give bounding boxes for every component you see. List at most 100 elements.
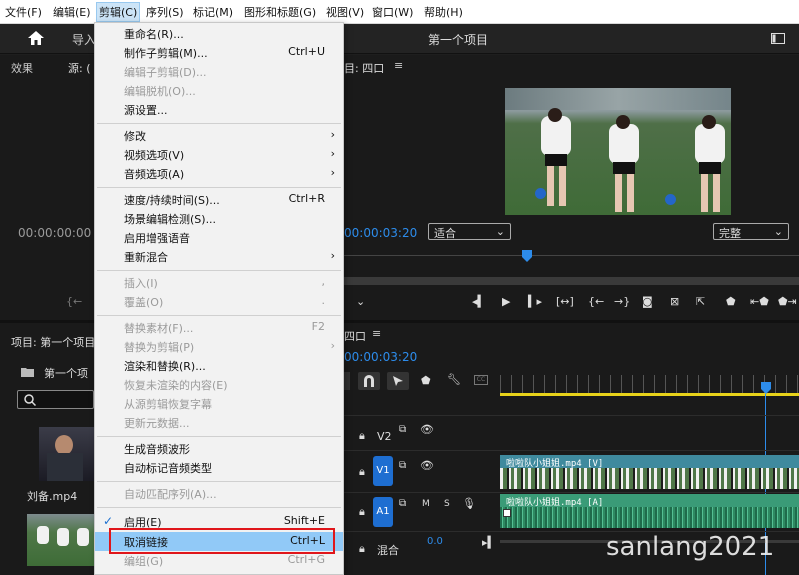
camera-icon[interactable]: ◙ bbox=[642, 295, 653, 308]
lock-icon[interactable]: 🔒︎ bbox=[359, 429, 365, 443]
wrench-icon[interactable]: 🔧︎ bbox=[447, 373, 461, 386]
playhead-icon[interactable] bbox=[522, 250, 532, 262]
timeline-menu-icon[interactable]: ≡ bbox=[372, 327, 381, 340]
tool-button[interactable] bbox=[344, 372, 350, 390]
menu-graphics[interactable]: 图形和标题(G) bbox=[244, 4, 316, 20]
program-monitor: 目: 四口 ≡ 00:00:03:20 适合 ⌄ 完整 ⌄ ⌄ ◂▍ ▶ ▍▸ … bbox=[344, 55, 799, 320]
menu-item-enhance-speech[interactable]: 启用增强语音 bbox=[95, 228, 343, 247]
menu-window[interactable]: 窗口(W) bbox=[372, 4, 413, 20]
toggle-sync-icon[interactable]: ⧉ bbox=[399, 424, 406, 435]
linked-selection-icon bbox=[393, 376, 403, 386]
play-icon[interactable]: ▶ bbox=[502, 295, 510, 308]
lift-icon[interactable]: ⇤⬟ bbox=[750, 295, 769, 308]
chevron-right-icon: › bbox=[330, 339, 335, 352]
menu-item-replace-with-clip[interactable]: 替换为剪辑(P) › bbox=[95, 337, 343, 356]
add-marker-icon[interactable]: ⬟ bbox=[421, 374, 431, 387]
menu-item-make-subclip[interactable]: 制作子剪辑(M)... Ctrl+U bbox=[95, 43, 343, 62]
timeline-timecode[interactable]: 00:00:03:20 bbox=[344, 350, 417, 364]
mark-in-icon[interactable]: ◂▍ bbox=[472, 295, 486, 308]
project-folder-name: 第一个项 bbox=[44, 367, 88, 380]
folder-icon bbox=[21, 368, 34, 377]
menu-item-automate-sequence[interactable]: 自动匹配序列(A)... bbox=[95, 484, 343, 503]
timeline-tab[interactable]: 四口 bbox=[344, 328, 366, 344]
eye-icon[interactable]: 👁︎ bbox=[420, 459, 434, 472]
marker-icon[interactable]: ⬟ bbox=[726, 295, 736, 308]
magnet-button[interactable] bbox=[358, 372, 380, 390]
time-ruler[interactable] bbox=[500, 375, 799, 395]
import-tab[interactable]: 导入 bbox=[72, 31, 96, 48]
chevron-down-icon: ⌄ bbox=[773, 225, 783, 238]
captions-icon[interactable]: CC bbox=[474, 375, 488, 385]
mix-value[interactable]: 0.0 bbox=[427, 536, 443, 547]
menu-marker[interactable]: 标记(M) bbox=[193, 4, 233, 20]
menu-item-auto-tag-audio[interactable]: 自动标记音频类型 bbox=[95, 458, 343, 477]
mute-button[interactable]: M bbox=[422, 499, 430, 509]
eye-icon[interactable]: 👁︎ bbox=[420, 423, 434, 436]
clip-thumbnail[interactable] bbox=[27, 514, 94, 566]
toggle-sync-icon[interactable]: ⧉ bbox=[399, 498, 406, 509]
quality-dropdown[interactable]: 完整 ⌄ bbox=[713, 223, 789, 240]
menu-item-edit-offline[interactable]: 编辑脱机(O)... bbox=[95, 81, 343, 100]
menu-item-audio-options[interactable]: 音频选项(A) › bbox=[95, 164, 343, 183]
clip-thumbnail[interactable] bbox=[39, 427, 94, 481]
track-target-a1[interactable]: A1 bbox=[373, 497, 393, 527]
menu-item-restore-captions[interactable]: 从源剪辑恢复字幕 bbox=[95, 394, 343, 413]
video-clip[interactable]: 啦啦队小姐姐.mp4 [V] bbox=[500, 455, 799, 489]
menu-item-modify[interactable]: 修改 › bbox=[95, 126, 343, 145]
work-area-bar[interactable] bbox=[500, 393, 799, 396]
lock-icon[interactable]: 🔒︎ bbox=[359, 542, 365, 556]
solo-button[interactable]: S bbox=[444, 499, 450, 509]
menu-sequence[interactable]: 序列(S) bbox=[146, 4, 184, 20]
program-menu-icon[interactable]: ≡ bbox=[394, 59, 403, 72]
lock-icon[interactable]: 🔒︎ bbox=[359, 465, 365, 479]
go-to-in-icon[interactable]: {← bbox=[588, 295, 604, 308]
project-search-input[interactable] bbox=[17, 390, 94, 409]
video-preview bbox=[505, 88, 731, 215]
playhead-icon[interactable] bbox=[761, 382, 771, 394]
menu-item-generate-waveform[interactable]: 生成音频波形 bbox=[95, 439, 343, 458]
menu-item-rename[interactable]: 重命名(R)... bbox=[95, 24, 343, 43]
menu-item-video-options[interactable]: 视频选项(V) › bbox=[95, 145, 343, 164]
menu-clip[interactable]: 剪辑(C) bbox=[96, 2, 141, 22]
menu-item-replace-footage[interactable]: 替换素材(F)... F2 bbox=[95, 318, 343, 337]
menu-item-source-settings[interactable]: 源设置... bbox=[95, 100, 343, 119]
menu-item-update-metadata[interactable]: 更新元数据... bbox=[95, 413, 343, 432]
linked-selection-button[interactable] bbox=[387, 372, 409, 390]
compare-icon[interactable]: ⊠ bbox=[670, 295, 679, 308]
menu-edit[interactable]: 编辑(E) bbox=[53, 4, 91, 20]
effects-tab[interactable]: 效果 bbox=[11, 60, 33, 76]
menu-item-edit-subclip[interactable]: 编辑子剪辑(D)... bbox=[95, 62, 343, 81]
source-timecode: 00:00:00:00 bbox=[18, 226, 92, 240]
menu-item-render-replace[interactable]: 渲染和替换(R)... bbox=[95, 356, 343, 375]
audio-clip[interactable]: 啦啦队小姐姐.mp4 [A] bbox=[500, 494, 799, 528]
microphone-icon[interactable]: 🎙︎ bbox=[462, 497, 476, 510]
source-tab[interactable]: 源: ( bbox=[68, 60, 91, 76]
panel-layout-icon[interactable] bbox=[771, 33, 785, 44]
mark-in-icon[interactable]: {← bbox=[66, 295, 82, 308]
loop-icon[interactable]: [↔] bbox=[556, 295, 574, 308]
home-icon[interactable] bbox=[28, 31, 44, 45]
go-to-out-icon[interactable]: →} bbox=[614, 295, 630, 308]
lock-icon[interactable]: 🔒︎ bbox=[359, 505, 365, 519]
menu-help[interactable]: 帮助(H) bbox=[424, 4, 463, 20]
project-tab[interactable]: 项目: 第一个项目 bbox=[11, 334, 95, 350]
program-tab[interactable]: 目: 四口 bbox=[344, 60, 384, 76]
export-icon[interactable]: ⇱ bbox=[696, 295, 705, 308]
menu-item-remix[interactable]: 重新混合 › bbox=[95, 247, 343, 266]
menu-item-speed-duration[interactable]: 速度/持续时间(S)... Ctrl+R bbox=[95, 190, 343, 209]
menu-view[interactable]: 视图(V) bbox=[326, 4, 364, 20]
menu-item-scene-edit-detection[interactable]: 场景编辑检测(S)... bbox=[95, 209, 343, 228]
program-timecode[interactable]: 00:00:03:20 bbox=[344, 226, 417, 240]
fit-dropdown[interactable]: 适合 ⌄ bbox=[428, 223, 511, 240]
menu-file[interactable]: 文件(F) bbox=[5, 4, 42, 20]
step-forward-icon[interactable]: ▍▸ bbox=[528, 295, 542, 308]
toggle-sync-icon[interactable]: ⧉ bbox=[399, 460, 406, 471]
extract-icon[interactable]: ⬟⇥ bbox=[778, 295, 797, 308]
program-scrollbar[interactable] bbox=[344, 277, 799, 285]
menu-item-insert[interactable]: 插入(I), bbox=[95, 273, 343, 292]
menu-item-overwrite[interactable]: 覆盖(O). bbox=[95, 292, 343, 311]
go-to-end-icon[interactable]: ▸▍ bbox=[482, 536, 496, 549]
settings-chevron-icon[interactable]: ⌄ bbox=[356, 295, 365, 308]
menu-item-restore-unrendered[interactable]: 恢复未渲染的内容(E) bbox=[95, 375, 343, 394]
track-target-v1[interactable]: V1 bbox=[373, 456, 393, 486]
